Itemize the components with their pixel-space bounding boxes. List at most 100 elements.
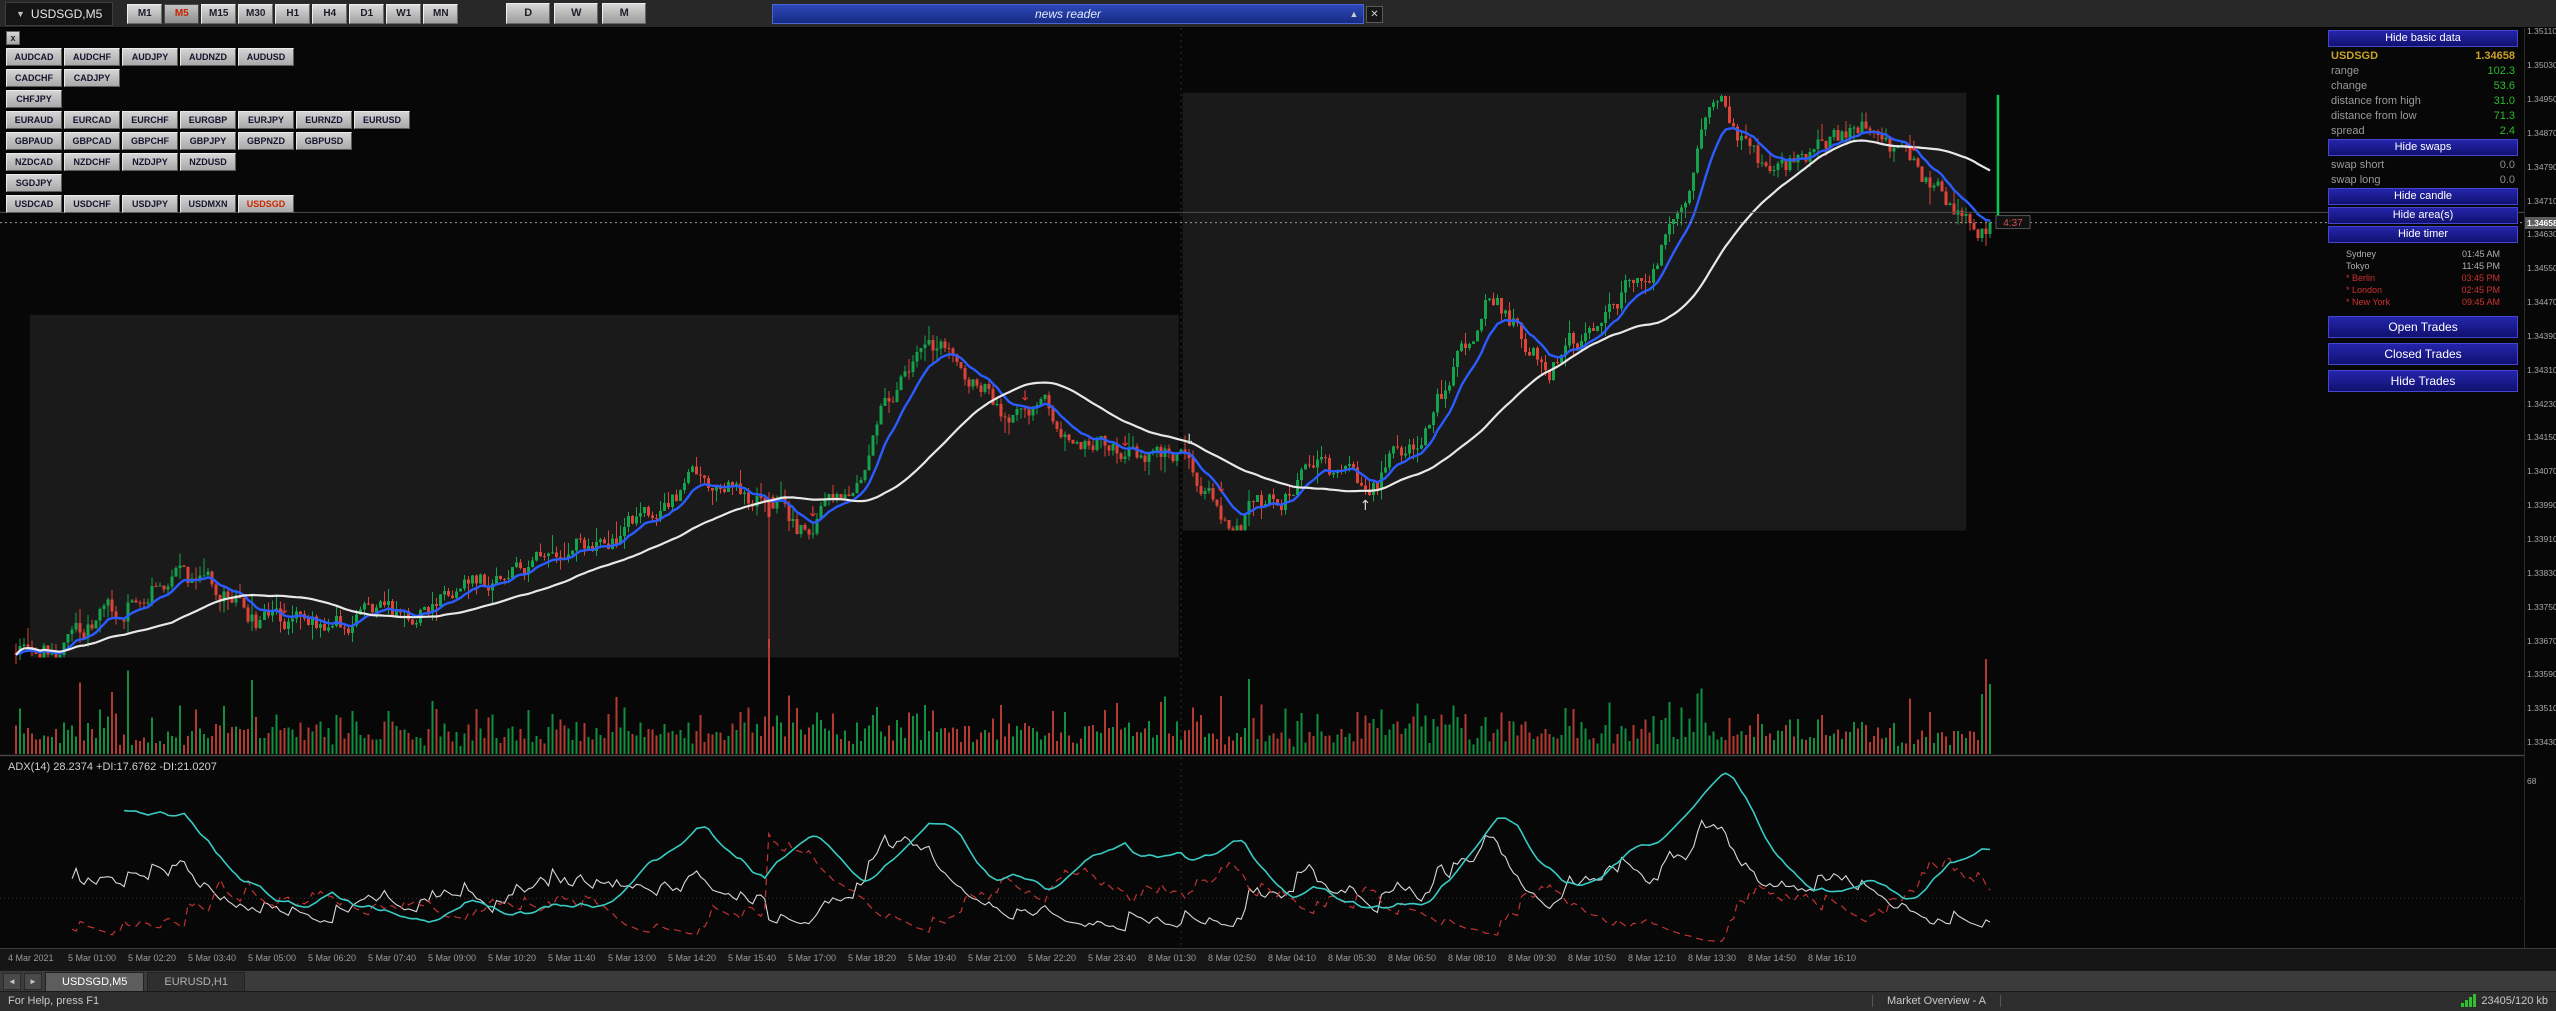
chart-tabs: USDSGD,M5 EURUSD,H1: [42, 971, 245, 991]
symbol-button-nzdusd[interactable]: NZDUSD: [180, 153, 236, 171]
info-value-range: 102.3: [2487, 65, 2515, 77]
hide-trades-button[interactable]: Hide Trades: [2328, 370, 2518, 392]
symbol-button-usdsgd[interactable]: USDSGD: [238, 195, 294, 213]
price-axis-label: 1.34710: [2527, 195, 2556, 206]
symbol-button-sgdjpy[interactable]: SGDJPY: [6, 174, 62, 192]
symbol-button-audjpy[interactable]: AUDJPY: [122, 48, 178, 66]
symbol-button-gbpchf[interactable]: GBPCHF: [122, 132, 178, 150]
signal-arrow-down-icon: ↓: [807, 505, 819, 521]
symbol-button-cadjpy[interactable]: CADJPY: [64, 69, 120, 87]
symbol-row: NZDCAD NZDCHF NZDJPY NZDUSD: [6, 153, 412, 171]
timeframe-button-w1[interactable]: W1: [386, 3, 422, 24]
symbol-button-usdjpy[interactable]: USDJPY: [122, 195, 178, 213]
time-axis-label: 5 Mar 14:20: [668, 953, 717, 963]
price-axis-label: 1.35110: [2527, 26, 2556, 37]
titlebar: ▼ USDSGD,M5 M1 M5 M15 M30 H1 H4 D1 W1 MN DWM new…: [0, 0, 2556, 28]
symbol-button-eurgbp[interactable]: EURGBP: [180, 111, 236, 129]
symbol-button-gbpjpy[interactable]: GBPJPY: [180, 132, 236, 150]
symbol-button-eurchf[interactable]: EURCHF: [122, 111, 178, 129]
symbol-button-eurnzd[interactable]: EURNZD: [296, 111, 352, 129]
indicator-pane[interactable]: [0, 757, 2524, 948]
open-trades-button[interactable]: Open Trades: [2328, 316, 2518, 338]
time-axis[interactable]: 4 Mar 2021 5 Mar 01:00 5 Mar 02:20 5 Mar 03…: [0, 948, 2556, 970]
app-window: ▼ USDSGD,M5 M1 M5 M15 M30 H1 H4 D1 W1 MN DWM new…: [0, 0, 2556, 1011]
signal-arrow-down-icon: ↓: [1019, 388, 1031, 404]
symbol-button-nzdjpy[interactable]: NZDJPY: [122, 153, 178, 171]
hide-areas-button[interactable]: Hide area(s): [2328, 207, 2518, 224]
price-axis-label: 1.33590: [2527, 669, 2556, 680]
info-label-swap-long: swap long: [2331, 174, 2381, 186]
chart-tab-eurusd-h1[interactable]: EURUSD,H1: [147, 971, 245, 991]
time-axis-label: 5 Mar 11:40: [548, 953, 596, 963]
timeframe-button-h1[interactable]: H1: [275, 3, 311, 24]
symbol-button-euraud[interactable]: EURAUD: [6, 111, 62, 129]
symbol-button-gbpnzd[interactable]: GBPNZD: [238, 132, 294, 150]
symbol-button-cadchf[interactable]: CADCHF: [6, 69, 62, 87]
symbol-button-nzdcad[interactable]: NZDCAD: [6, 153, 62, 171]
tab-scroll-left-button[interactable]: ◄: [3, 972, 21, 990]
symbol-panel-close-button[interactable]: x: [6, 31, 20, 45]
price-axis-label: 1.33510: [2527, 703, 2556, 714]
closed-trades-button[interactable]: Closed Trades: [2328, 343, 2518, 365]
symbol-button-audchf[interactable]: AUDCHF: [64, 48, 120, 66]
timeframe-button-h4[interactable]: H4: [312, 3, 348, 24]
period-button-m[interactable]: M: [602, 3, 647, 24]
info-value-spread: 2.4: [2499, 125, 2515, 137]
symbol-button-audcad[interactable]: AUDCAD: [6, 48, 62, 66]
info-row-change: change 53.6: [2328, 79, 2518, 94]
current-price-tag: 1.34658: [2525, 216, 2556, 229]
hide-timer-button[interactable]: Hide timer: [2328, 226, 2518, 243]
symbol-button-chfjpy[interactable]: CHFJPY: [6, 90, 62, 108]
symbol-button-audusd[interactable]: AUDUSD: [238, 48, 294, 66]
news-reader-label: news reader: [1034, 7, 1102, 21]
chart-symbol-tab[interactable]: ▼ USDSGD,M5: [5, 1, 114, 26]
symbol-button-usdchf[interactable]: USDCHF: [64, 195, 120, 213]
symbol-button-nzdchf[interactable]: NZDCHF: [64, 153, 120, 171]
news-close-button[interactable]: ✕: [1366, 6, 1383, 23]
symbol-button-eurusd[interactable]: EURUSD: [354, 111, 410, 129]
symbol-row: AUDCAD AUDCHF AUDJPY AUDNZD AUDUSD: [6, 48, 412, 66]
time-axis-label: 8 Mar 13:30: [1688, 953, 1737, 963]
period-button-d[interactable]: D: [506, 3, 551, 24]
info-row-distance-from-high: distance from high 31.0: [2328, 94, 2518, 109]
price-axis-label: 1.34070: [2527, 466, 2556, 477]
hide-basic-data-button[interactable]: Hide basic data: [2328, 30, 2518, 47]
price-axis[interactable]: 1.35110 1.35030 1.34950 1.34870 1.34790 1.347…: [2524, 26, 2556, 970]
news-reader-bar[interactable]: news reader: [772, 4, 1364, 24]
timeframe-button-mn[interactable]: MN: [423, 3, 459, 24]
status-help-text: For Help, press F1: [8, 995, 100, 1007]
symbol-button-usdmxn[interactable]: USDMXN: [180, 195, 236, 213]
time-axis-label: 5 Mar 23:40: [1088, 953, 1137, 963]
chart-tab-usdsgd-m5[interactable]: USDSGD,M5: [45, 971, 145, 991]
info-label-symbol: USDSGD: [2331, 50, 2379, 62]
hide-swaps-button[interactable]: Hide swaps: [2328, 139, 2518, 156]
symbol-button-gbpaud[interactable]: GBPAUD: [6, 132, 62, 150]
time-axis-label: 8 Mar 16:10: [1808, 953, 1857, 963]
tab-scroll-right-button[interactable]: ►: [24, 972, 42, 990]
symbol-button-gbpusd[interactable]: GBPUSD: [296, 132, 352, 150]
price-axis-label: 1.33830: [2527, 567, 2556, 578]
symbol-button-gbpcad[interactable]: GBPCAD: [64, 132, 120, 150]
candle-timer-label: 4:37: [2003, 218, 2023, 229]
signal-arrow-down-icon: ↓: [1183, 432, 1195, 448]
price-axis-label: 1.33990: [2527, 500, 2556, 511]
status-overview-text[interactable]: Market Overview - A: [1872, 995, 2002, 1007]
symbol-row: EURAUD EURCAD EURCHF EURGBP EURJPY EURNZD EURU…: [6, 111, 412, 129]
timeframe-button-m30[interactable]: M30: [238, 3, 274, 24]
info-value-distance-from-high: 31.0: [2493, 95, 2515, 107]
period-button-w[interactable]: W: [554, 3, 599, 24]
symbol-button-eurjpy[interactable]: EURJPY: [238, 111, 294, 129]
info-value-distance-from-low: 71.3: [2493, 110, 2515, 122]
news-collapse-button[interactable]: ▲: [1346, 6, 1362, 22]
chevron-down-icon: ▼: [16, 8, 25, 19]
close-icon: ✕: [1370, 9, 1379, 20]
timeframe-button-m5[interactable]: M5: [164, 3, 200, 24]
hide-candle-button[interactable]: Hide candle: [2328, 188, 2518, 205]
symbol-button-audnzd[interactable]: AUDNZD: [180, 48, 236, 66]
timeframe-button-m1[interactable]: M1: [127, 3, 163, 24]
timeframe-button-d1[interactable]: D1: [349, 3, 385, 24]
symbol-button-usdcad[interactable]: USDCAD: [6, 195, 62, 213]
symbol-panel: x AUDCAD AUDCHF AUDJPY AUDNZD AUDUSD CADCHF CA…: [6, 31, 412, 216]
symbol-button-eurcad[interactable]: EURCAD: [64, 111, 120, 129]
timeframe-button-m15[interactable]: M15: [201, 3, 237, 24]
